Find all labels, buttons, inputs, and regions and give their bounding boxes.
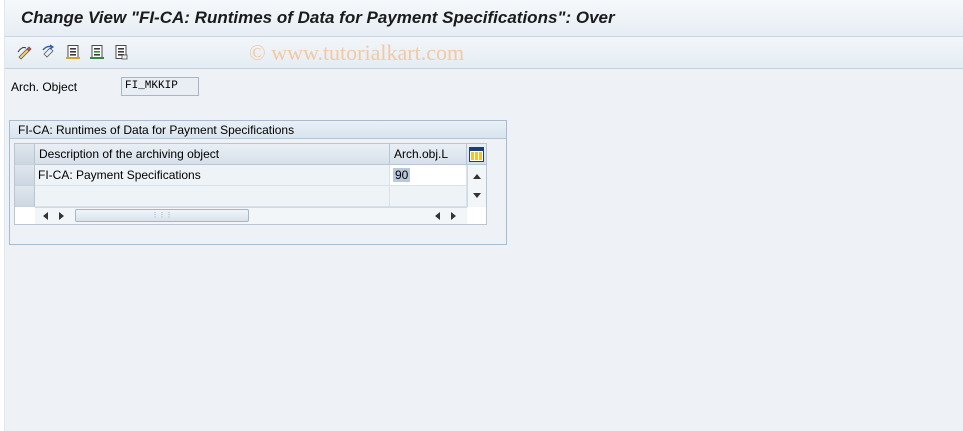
table-cell-arch-obj-l[interactable] [390,186,467,207]
vertical-scrollbar[interactable] [467,165,486,207]
table-cell-description [35,186,390,207]
undo-button[interactable] [39,42,59,62]
select-block-icon [90,45,104,59]
deselect-all-button[interactable] [111,42,131,62]
scroll-right-end-icon[interactable] [451,212,456,220]
arch-obj-l-value: 90 [393,168,411,182]
scrollbar-thumb[interactable]: ⋮⋮⋮ [75,209,249,222]
select-block-button[interactable] [87,42,107,62]
table-cell-arch-obj-l-input[interactable]: 90 [390,165,467,186]
arch-object-label: Arch. Object [11,80,78,94]
watermark-text: © www.tutorialkart.com [249,40,465,65]
scroll-down-icon[interactable] [473,193,481,198]
horizontal-scrollbar[interactable]: ⋮⋮⋮ [35,207,467,224]
select-all-button[interactable] [63,42,83,62]
select-all-rows-corner[interactable] [15,144,35,165]
display-change-button[interactable] [15,42,35,62]
application-toolbar: © www.tutorialkart.com [5,37,963,69]
group-title: FI-CA: Runtimes of Data for Payment Spec… [10,121,506,139]
title-bar: Change View "FI-CA: Runtimes of Data for… [5,0,963,37]
column-header-arch-obj-l[interactable]: Arch.obj.L [390,144,467,165]
select-all-icon [66,45,80,59]
display-change-icon [17,46,32,60]
sap-window: Change View "FI-CA: Runtimes of Data for… [4,0,963,431]
window-title: Change View "FI-CA: Runtimes of Data for… [21,8,615,27]
scroll-right-icon[interactable] [59,212,64,220]
undo-icon [42,44,55,58]
table-cell-description: FI-CA: Payment Specifications [35,165,390,186]
arch-object-field[interactable]: FI_MKKIP [121,77,199,96]
deselect-all-icon [115,45,128,60]
scroll-left-end-icon[interactable] [435,212,440,220]
scroll-left-icon[interactable] [43,212,48,220]
column-header-description[interactable]: Description of the archiving object [35,144,390,165]
row-selector[interactable] [15,165,35,186]
runtimes-table: Description of the archiving object Arch… [14,143,487,225]
scroll-up-icon[interactable] [473,174,481,179]
table-settings-icon [469,146,484,162]
table-settings-button[interactable] [467,144,486,165]
row-selector[interactable] [15,186,35,207]
